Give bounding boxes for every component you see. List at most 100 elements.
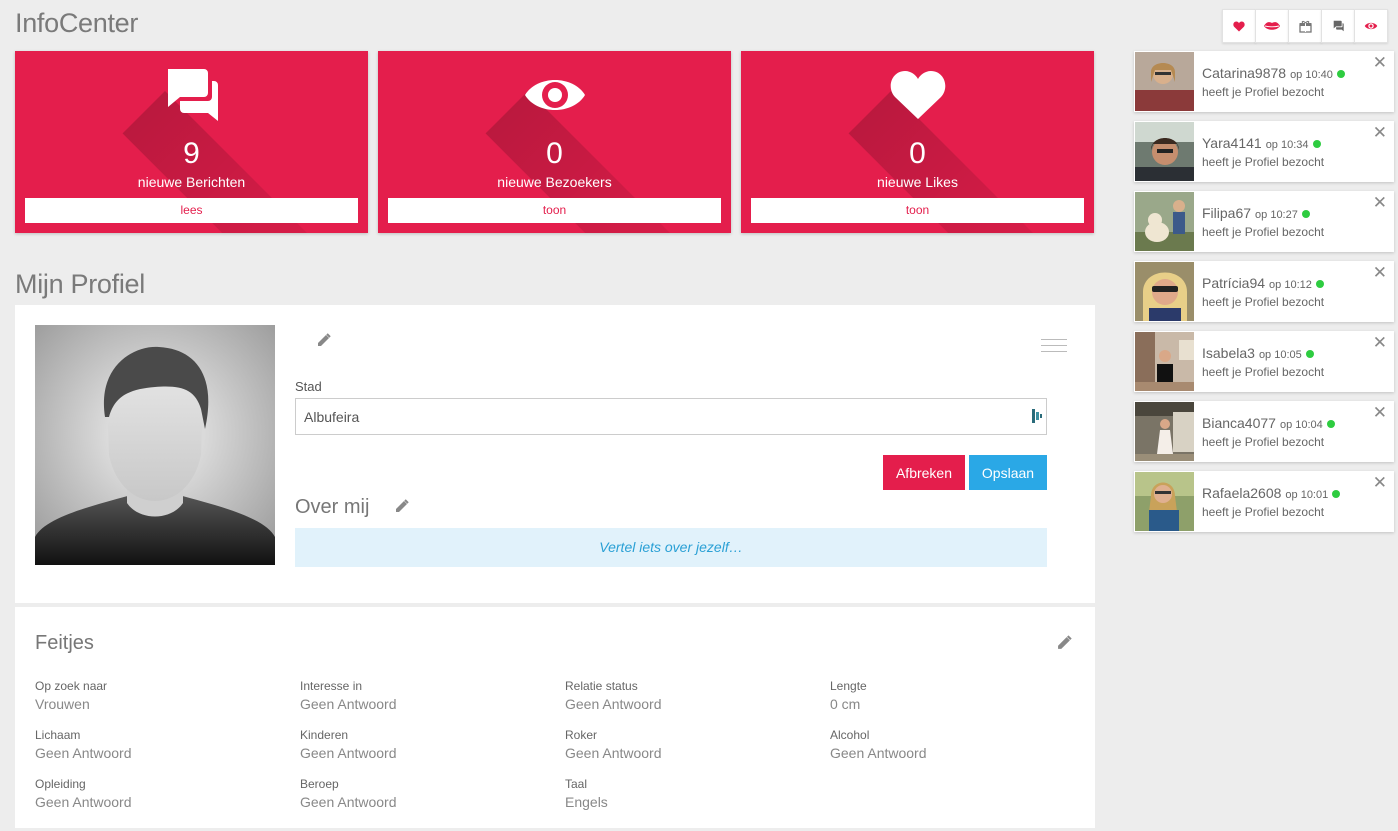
visitor-name[interactable]: Patrícia94 (1202, 275, 1265, 291)
fact-label: Alcohol (830, 728, 870, 742)
visitor-item[interactable]: Isabela3 op 10:05 heeft je Profiel bezoch… (1134, 331, 1394, 392)
edit-facts-pencil-icon[interactable] (1057, 635, 1072, 650)
visitor-name[interactable]: Filipa67 (1202, 205, 1251, 221)
fact-item: Alcohol Geen Antwoord (830, 728, 1070, 761)
visitor-item[interactable]: Rafaela2608 op 10:01 heeft je Profiel bez… (1134, 471, 1394, 532)
fact-label: Taal (565, 777, 588, 791)
gifts-tab-button[interactable] (1288, 9, 1322, 43)
likes-tab-button[interactable] (1222, 9, 1256, 43)
messages-tab-button[interactable] (1321, 9, 1355, 43)
visitor-name[interactable]: Bianca4077 (1202, 415, 1276, 431)
show-visitors-button[interactable]: toon (388, 198, 721, 223)
close-icon[interactable]: ✕ (1373, 333, 1387, 353)
visitor-item[interactable]: Yara4141 op 10:34 heeft je Profiel bezoch… (1134, 121, 1394, 182)
facts-panel: Feitjes Op zoek naar Vrouwen Interesse in… (15, 607, 1095, 828)
visitor-name[interactable]: Yara4141 (1202, 135, 1262, 151)
close-icon[interactable]: ✕ (1373, 123, 1387, 143)
city-input[interactable] (295, 398, 1047, 435)
fact-value: Engels (565, 794, 608, 810)
visitor-action: heeft je Profiel bezocht (1202, 295, 1325, 309)
visitor-time: op 10:12 (1269, 279, 1312, 291)
visitors-card: 0 nieuwe Bezoekers toon (378, 51, 731, 233)
visitor-name[interactable]: Rafaela2608 (1202, 485, 1281, 501)
visitor-time: op 10:04 (1279, 419, 1323, 431)
messages-caption: nieuwe Berichten (137, 174, 246, 190)
visitor-time: op 10:34 (1265, 139, 1309, 151)
messages-count: 9 (183, 137, 200, 170)
eye-icon (1364, 22, 1378, 30)
close-icon[interactable]: ✕ (1373, 403, 1387, 423)
visitor-item[interactable]: Catarina9878 op 10:40 heeft je Profiel be… (1134, 51, 1394, 112)
fact-label: Lengte (830, 679, 867, 693)
close-icon[interactable]: ✕ (1373, 263, 1387, 283)
visitor-photo[interactable] (1135, 52, 1194, 111)
eye-icon (524, 80, 585, 110)
fact-value: 0 cm (830, 696, 861, 712)
fact-label: Interesse in (300, 679, 363, 693)
fact-value: Geen Antwoord (35, 745, 132, 761)
fact-item: Lengte 0 cm (830, 679, 1070, 712)
visitors-tab-button[interactable] (1354, 9, 1388, 43)
visitor-photo[interactable] (1135, 262, 1194, 321)
online-indicator (1301, 210, 1310, 218)
fact-item: Relatie status Geen Antwoord (565, 679, 805, 712)
fact-item: Roker Geen Antwoord (565, 728, 805, 761)
fact-item: Opleiding Geen Antwoord (35, 777, 275, 810)
fact-label: Kinderen (300, 728, 349, 742)
about-me-prompt[interactable]: Vertel iets over jezelf… (295, 528, 1047, 567)
visitor-photo[interactable] (1135, 192, 1194, 251)
fact-item: Lichaam Geen Antwoord (35, 728, 275, 761)
visitor-time: op 10:01 (1285, 489, 1329, 501)
fact-value: Vrouwen (35, 696, 90, 712)
cancel-button[interactable]: Afbreken (883, 455, 965, 490)
save-button[interactable]: Opslaan (969, 455, 1047, 490)
visitor-photo[interactable] (1135, 472, 1194, 531)
close-icon[interactable]: ✕ (1373, 53, 1387, 73)
facts-title: Feitjes (35, 632, 94, 654)
fact-value: Geen Antwoord (565, 696, 662, 712)
online-indicator (1336, 70, 1345, 78)
autofill-icon[interactable] (1031, 408, 1043, 424)
kisses-tab-button[interactable] (1255, 9, 1289, 43)
visitor-item[interactable]: Patrícia94 op 10:12 heeft je Profiel bezo… (1134, 261, 1394, 322)
chat-icon (1333, 20, 1344, 32)
close-icon[interactable]: ✕ (1373, 193, 1387, 213)
visitor-time: op 10:27 (1255, 209, 1298, 221)
hamburger-menu-icon[interactable] (1041, 339, 1067, 357)
edit-city-pencil-icon[interactable] (317, 333, 331, 347)
fact-label: Opleiding (35, 777, 86, 791)
online-indicator (1332, 490, 1341, 498)
infocenter-title: InfoCenter (15, 8, 139, 38)
close-icon[interactable]: ✕ (1373, 473, 1387, 493)
visitor-action: heeft je Profiel bezocht (1202, 365, 1325, 379)
visitor-photo[interactable] (1135, 402, 1194, 461)
fact-value: Geen Antwoord (300, 745, 397, 761)
visitor-photo[interactable] (1135, 122, 1194, 181)
visitor-photo[interactable] (1135, 332, 1194, 391)
fact-value: Geen Antwoord (830, 745, 927, 761)
visitor-name[interactable]: Isabela3 (1202, 345, 1255, 361)
visitor-action: heeft je Profiel bezocht (1202, 225, 1325, 239)
fact-value: Geen Antwoord (565, 745, 662, 761)
fact-value: Geen Antwoord (35, 794, 132, 810)
edit-about-pencil-icon[interactable] (395, 499, 409, 513)
profile-panel: Stad Afbreken Opslaan Over mij Vertel ie… (15, 305, 1095, 603)
visitor-action: heeft je Profiel bezocht (1202, 155, 1325, 169)
visitor-item[interactable]: Filipa67 op 10:27 heeft je Profiel bezoch… (1134, 191, 1394, 252)
chat-icon (167, 69, 218, 121)
read-messages-button[interactable]: lees (25, 198, 358, 223)
avatar-placeholder[interactable] (35, 325, 275, 565)
visitor-name[interactable]: Catarina9878 (1202, 65, 1286, 81)
visitor-action: heeft je Profiel bezocht (1202, 85, 1325, 99)
about-title: Over mij (295, 496, 370, 518)
show-likes-button[interactable]: toon (751, 198, 1084, 223)
visitor-item[interactable]: Bianca4077 op 10:04 heeft je Profiel bezo… (1134, 401, 1394, 462)
notification-iconbar (1222, 9, 1388, 43)
recent-visitors-list: Catarina9878 op 10:40 heeft je Profiel be… (1134, 51, 1394, 541)
fact-label: Beroep (300, 777, 339, 791)
fact-label: Op zoek naar (35, 679, 108, 693)
fact-item: Kinderen Geen Antwoord (300, 728, 540, 761)
visitors-caption: nieuwe Bezoekers (497, 174, 612, 190)
fact-item: Interesse in Geen Antwoord (300, 679, 540, 712)
visitor-time: op 10:05 (1258, 349, 1302, 361)
